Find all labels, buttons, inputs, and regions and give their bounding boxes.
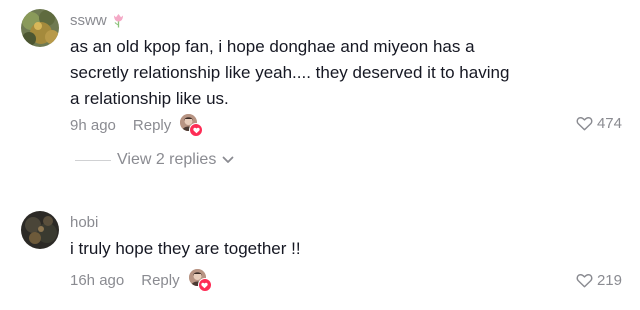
like-button[interactable]: 219 [576, 272, 622, 289]
creator-liked-badge [188, 269, 212, 292]
comment-username[interactable]: ssww [70, 12, 125, 29]
comment-text-line: secretly relationship like yeah.... they… [70, 63, 510, 82]
comment-text-line: a relationship like us. [70, 89, 229, 108]
heart-outline-icon [576, 117, 593, 131]
username-text: ssww [70, 12, 107, 29]
creator-liked-badge [180, 114, 204, 137]
comment-meta: 9h ago Reply [70, 114, 204, 137]
reply-button[interactable]: Reply [133, 117, 171, 134]
comment-text-line: i truly hope they are together !! [70, 239, 301, 258]
chevron-down-icon [222, 151, 234, 169]
heart-outline-icon [576, 274, 593, 288]
view-replies-button[interactable]: View 2 replies [75, 151, 234, 169]
avatar-image [21, 211, 59, 249]
comment-meta: 16h ago Reply [70, 269, 212, 292]
comment-text-line: as an old kpop fan, i hope donghae and m… [70, 37, 475, 56]
tulip-emoji-icon [112, 13, 125, 28]
creator-liked-heart-icon [197, 278, 212, 292]
like-count: 219 [596, 272, 622, 289]
avatar-image [21, 9, 59, 47]
comment-timestamp: 16h ago [70, 271, 125, 289]
comment-timestamp: 9h ago [70, 116, 116, 134]
creator-liked-heart-icon [189, 123, 204, 137]
comment-text: as an old kpop fan, i hope donghae and m… [70, 34, 590, 112]
comment-text: i truly hope they are together !! [70, 236, 590, 262]
comment-username[interactable]: hobi [70, 214, 98, 231]
like-button[interactable]: 474 [576, 115, 622, 132]
view-replies-label: View 2 replies [117, 151, 217, 168]
replies-divider [75, 159, 111, 161]
like-count: 474 [596, 115, 622, 132]
avatar[interactable] [21, 9, 59, 47]
reply-button[interactable]: Reply [141, 272, 179, 289]
username-text: hobi [70, 214, 99, 231]
avatar[interactable] [21, 211, 59, 249]
